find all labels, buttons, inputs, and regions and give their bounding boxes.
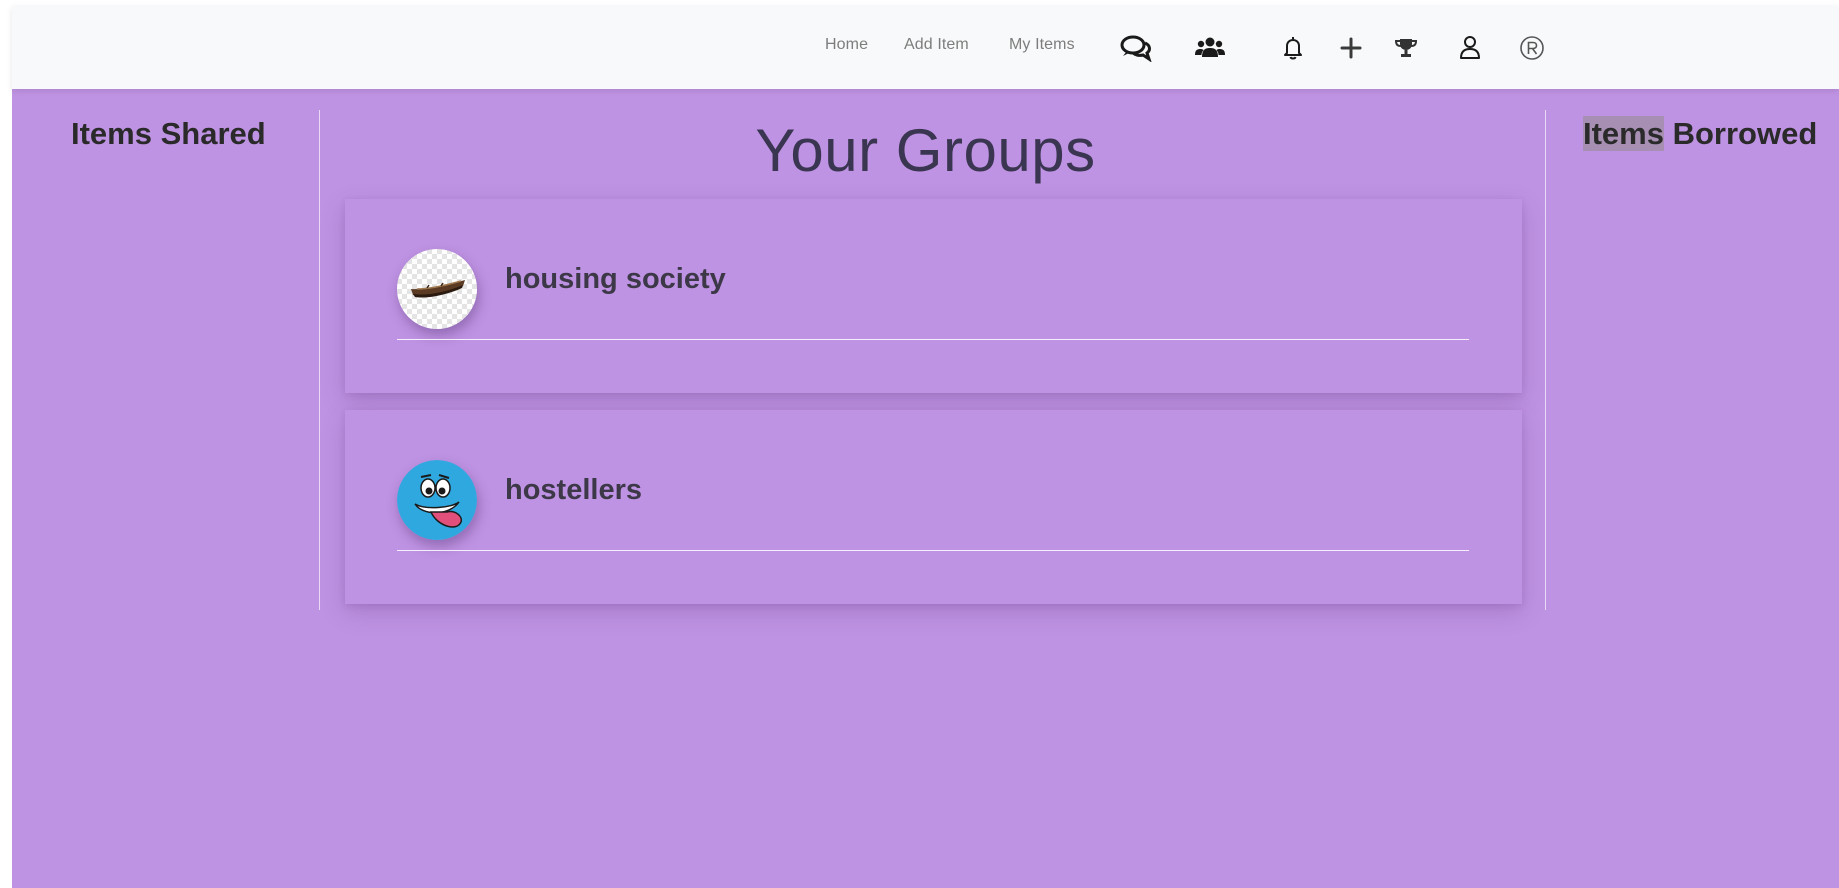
plus-icon[interactable]: [1334, 32, 1368, 64]
nav-add-item-link[interactable]: Add Item: [904, 36, 969, 54]
group-avatar-boat: [397, 249, 477, 329]
right-divider: [1545, 110, 1546, 610]
group-name[interactable]: housing society: [505, 263, 726, 296]
group-name[interactable]: hostellers: [505, 474, 642, 507]
card-divider: [397, 550, 1469, 551]
chat-icon[interactable]: [1119, 32, 1153, 64]
items-borrowed-heading: Items Borrowed: [1583, 116, 1817, 152]
user-icon[interactable]: [1453, 32, 1487, 64]
bell-icon[interactable]: [1276, 32, 1310, 64]
group-card-hostellers[interactable]: hostellers: [345, 410, 1522, 604]
selected-text-highlight: Items: [1583, 116, 1664, 151]
nav-my-items-link[interactable]: My Items: [1009, 36, 1075, 54]
trophy-icon[interactable]: [1389, 32, 1423, 64]
top-navbar: Home Add Item My Items: [12, 6, 1839, 89]
users-icon[interactable]: [1193, 32, 1227, 64]
group-card-housing-society[interactable]: housing society: [345, 199, 1522, 393]
registered-icon[interactable]: [1515, 32, 1549, 64]
nav-home-link[interactable]: Home: [825, 36, 868, 54]
card-divider: [397, 339, 1469, 340]
app-frame: Home Add Item My Items Items Shared Your…: [12, 6, 1839, 888]
left-divider: [319, 110, 320, 610]
page-title: Your Groups: [755, 117, 1096, 184]
items-borrowed-rest: Borrowed: [1663, 116, 1818, 151]
group-avatar-smiley: [397, 460, 477, 540]
